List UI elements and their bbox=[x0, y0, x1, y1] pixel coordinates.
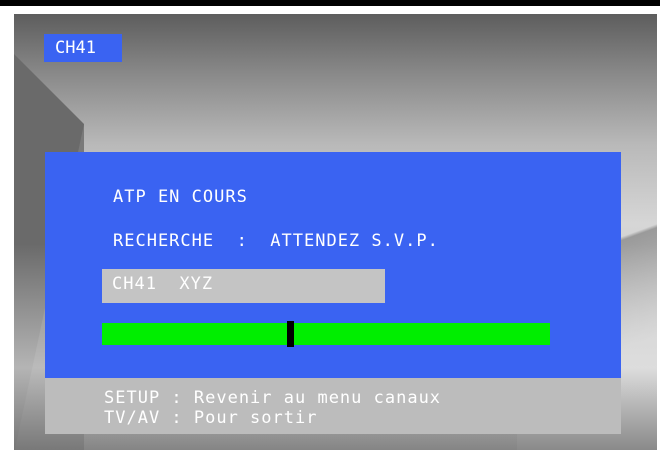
search-status: RECHERCHE : ATTENDEZ S.V.P. bbox=[113, 231, 439, 251]
atp-search-panel: ATP EN COURS RECHERCHE : ATTENDEZ S.V.P.… bbox=[45, 152, 621, 378]
selected-channel-row[interactable]: CH41 XYZ bbox=[102, 269, 385, 303]
progress-cursor bbox=[287, 321, 294, 347]
help-footer: SETUP : Revenir au menu canaux TV/AV : P… bbox=[45, 378, 621, 434]
help-exit: TV/AV : Pour sortir bbox=[104, 408, 318, 428]
channel-badge: CH41 bbox=[44, 34, 122, 62]
atp-title: ATP EN COURS bbox=[113, 187, 248, 207]
search-progress-bar bbox=[102, 321, 550, 347]
help-setup: SETUP : Revenir au menu canaux bbox=[104, 388, 442, 408]
selected-channel-label: CH41 XYZ bbox=[112, 274, 214, 294]
top-border bbox=[0, 0, 660, 6]
